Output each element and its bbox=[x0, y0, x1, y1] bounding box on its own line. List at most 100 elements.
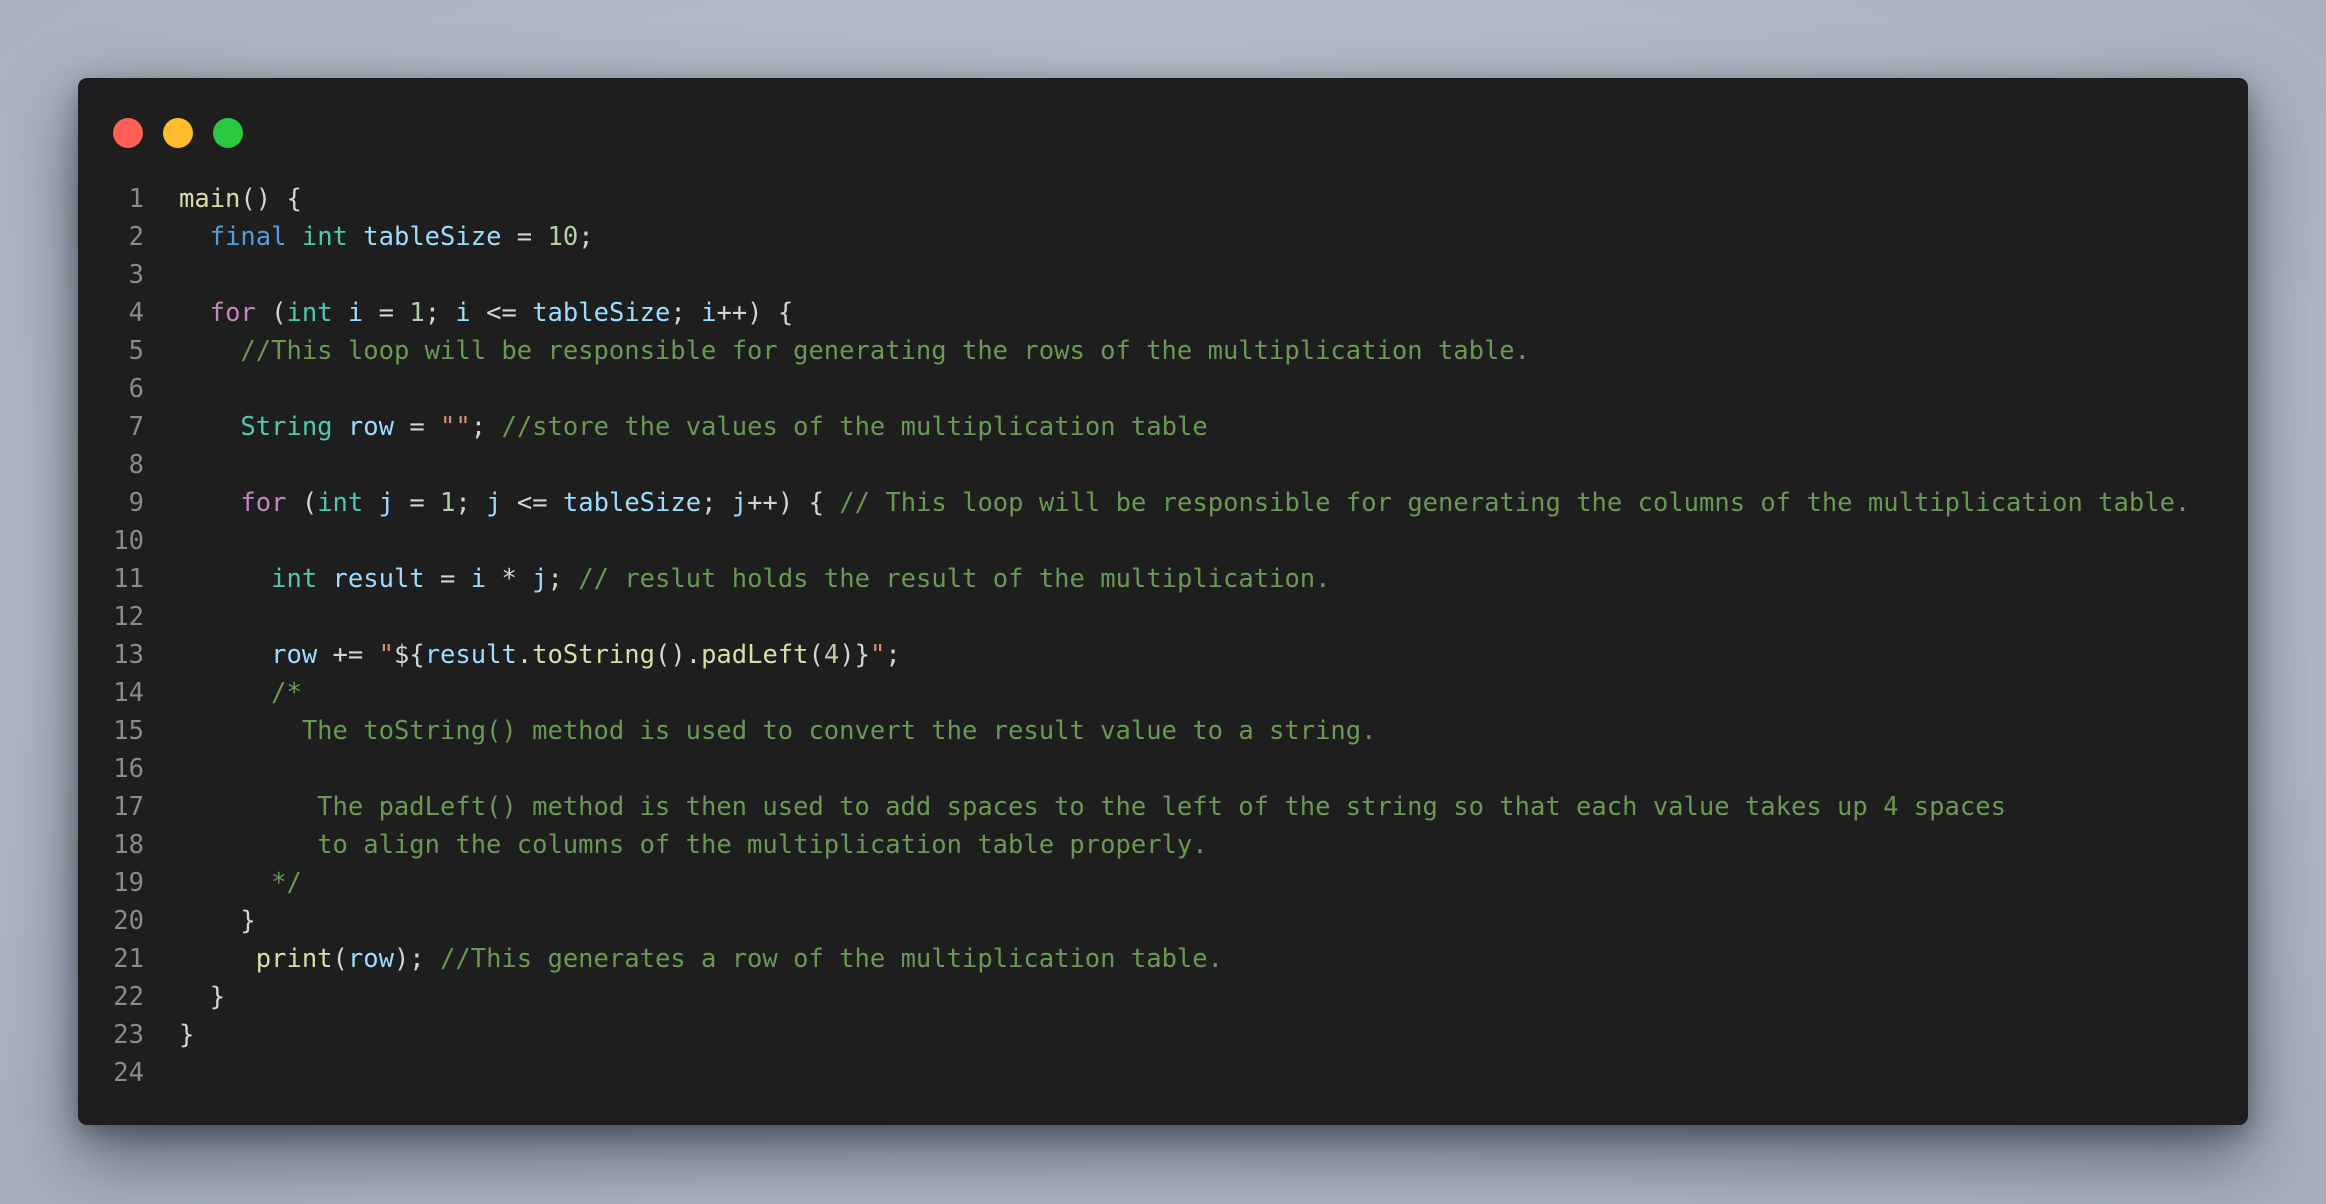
code-line: 19 */ bbox=[78, 864, 2248, 902]
line-number: 4 bbox=[128, 298, 144, 328]
code-line: 7 String row = ""; //store the values of… bbox=[78, 408, 2248, 446]
code-token: tableSize bbox=[562, 488, 702, 518]
code-token: ; bbox=[670, 298, 702, 328]
line-content bbox=[144, 370, 2248, 408]
code-token: 4 bbox=[823, 640, 840, 670]
code-line: 9 for (int j = 1; j <= tableSize; j++) {… bbox=[78, 484, 2248, 522]
code-token: // This loop will be responsible for gen… bbox=[839, 488, 2191, 518]
code-token: //This loop will be responsible for gene… bbox=[240, 336, 1531, 366]
code-token: = bbox=[424, 564, 471, 594]
code-line: 10 bbox=[78, 522, 2248, 560]
line-content bbox=[144, 256, 2248, 294]
line-content: final int tableSize = 10; bbox=[144, 218, 2248, 256]
code-token: The toString() method is used to convert… bbox=[301, 716, 1377, 746]
code-token: i bbox=[701, 298, 717, 328]
minimize-icon[interactable] bbox=[163, 118, 193, 148]
line-content: /* bbox=[144, 674, 2248, 712]
code-token: = bbox=[393, 412, 441, 442]
line-content: for (int j = 1; j <= tableSize; j++) { /… bbox=[144, 484, 2248, 522]
code-token: for bbox=[209, 298, 256, 328]
code-token: ( bbox=[808, 640, 824, 670]
line-number: 14 bbox=[113, 678, 144, 708]
code-token: row bbox=[347, 944, 394, 974]
line-number: 2 bbox=[128, 222, 144, 252]
code-token: ; bbox=[885, 640, 901, 670]
line-number: 15 bbox=[113, 716, 144, 746]
code-token: ; bbox=[470, 412, 502, 442]
code-token: result bbox=[332, 564, 425, 594]
code-token: String bbox=[240, 412, 333, 442]
line-content: print(row); //This generates a row of th… bbox=[144, 940, 2248, 978]
line-content bbox=[144, 750, 2248, 788]
line-number: 21 bbox=[113, 944, 144, 974]
code-token: j bbox=[731, 488, 748, 518]
code-editor: 1 main() {2 final int tableSize = 10; 3 4 f… bbox=[78, 180, 2248, 1092]
code-token: " bbox=[378, 640, 394, 670]
code-token: padLeft bbox=[701, 640, 809, 670]
line-number: 20 bbox=[113, 906, 144, 936]
line-number: 8 bbox=[128, 450, 144, 480]
code-line: 18 to align the columns of the multiplic… bbox=[78, 826, 2248, 864]
code-token: "" bbox=[440, 412, 471, 442]
code-token: (). bbox=[655, 640, 702, 670]
code-token: tableSize bbox=[532, 298, 671, 328]
line-content: } bbox=[144, 1016, 2248, 1054]
code-token: ( bbox=[332, 944, 348, 974]
line-number: 10 bbox=[113, 526, 144, 556]
code-token: row bbox=[271, 640, 318, 670]
line-number: 6 bbox=[128, 374, 144, 404]
code-line: 21 print(row); //This generates a row of… bbox=[78, 940, 2248, 978]
line-content: The padLeft() method is then used to add… bbox=[144, 788, 2248, 826]
code-token: row bbox=[347, 412, 394, 442]
code-token: j bbox=[486, 488, 502, 518]
line-content: for (int i = 1; i <= tableSize; i++) { bbox=[144, 294, 2248, 332]
line-content: int result = i * j; // reslut holds the … bbox=[144, 560, 2248, 598]
code-token: } bbox=[179, 982, 226, 1012]
code-token: ; bbox=[455, 488, 487, 518]
line-content bbox=[144, 522, 2248, 560]
line-content: } bbox=[144, 902, 2248, 940]
code-token: } bbox=[179, 906, 256, 936]
code-line: 22 } bbox=[78, 978, 2248, 1016]
code-line: 4 for (int i = 1; i <= tableSize; i++) { bbox=[78, 294, 2248, 332]
code-token: int bbox=[301, 222, 348, 252]
code-token: 10 bbox=[547, 222, 579, 252]
line-number: 12 bbox=[113, 602, 144, 632]
code-line: 11 int result = i * j; // reslut holds t… bbox=[78, 560, 2248, 598]
line-content: String row = ""; //store the values of t… bbox=[144, 408, 2248, 446]
line-content: //This loop will be responsible for gene… bbox=[144, 332, 2248, 370]
code-token: main bbox=[179, 184, 241, 214]
maximize-icon[interactable] bbox=[213, 118, 243, 148]
line-number: 7 bbox=[128, 412, 144, 442]
code-token: //This generates a row of the multiplica… bbox=[440, 944, 1223, 974]
window-controls bbox=[113, 118, 263, 148]
code-token: ; bbox=[547, 564, 579, 594]
code-line: 16 bbox=[78, 750, 2248, 788]
code-token: int bbox=[286, 298, 333, 328]
code-token: () { bbox=[240, 184, 302, 214]
code-token: = bbox=[393, 488, 441, 518]
close-icon[interactable] bbox=[113, 118, 143, 148]
code-token: ); bbox=[393, 944, 441, 974]
code-token: int bbox=[317, 488, 364, 518]
code-line: 15 The toString() method is used to conv… bbox=[78, 712, 2248, 750]
code-token: The padLeft() method is then used to add… bbox=[317, 792, 2006, 822]
line-content bbox=[144, 446, 2248, 484]
line-content: main() { bbox=[144, 180, 2248, 218]
code-token: = bbox=[501, 222, 548, 252]
code-token: ++) { bbox=[716, 298, 794, 328]
code-token: ; bbox=[701, 488, 732, 518]
line-number: 23 bbox=[113, 1020, 144, 1050]
code-line: 12 bbox=[78, 598, 2248, 636]
code-token: i bbox=[455, 298, 471, 328]
